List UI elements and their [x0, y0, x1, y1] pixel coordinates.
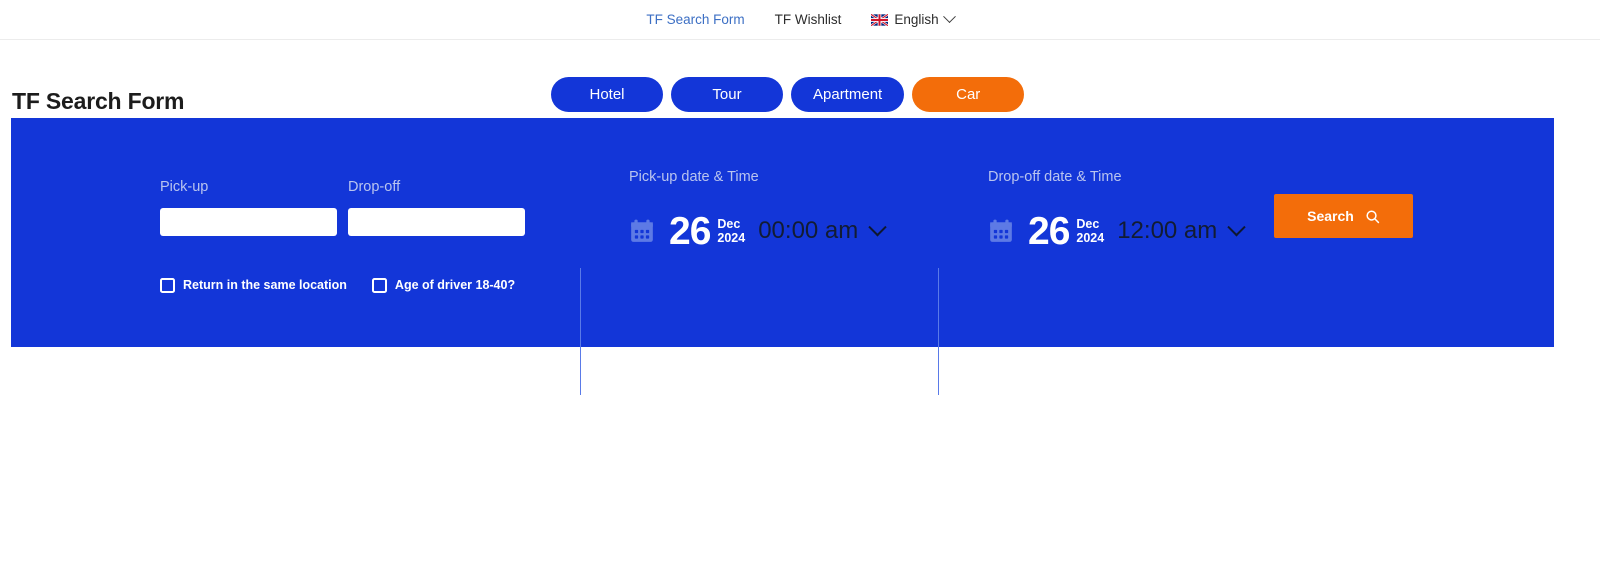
pickup-time[interactable]: 00:00 am [758, 219, 858, 243]
checkbox-group: Return in the same location Age of drive… [160, 278, 515, 293]
tab-tour[interactable]: Tour [671, 77, 783, 112]
section-divider [580, 268, 581, 395]
pickup-location-input[interactable] [160, 207, 337, 236]
dropoff-year: 2024 [1076, 231, 1105, 246]
dropoff-datetime-block: Drop-off date & Time 26 Dec 2024 12:00 a… [988, 169, 1246, 253]
uk-flag-icon [870, 12, 889, 27]
language-label: English [894, 12, 939, 27]
pickup-location-block: Pick-up [160, 180, 337, 236]
checkbox-box-icon[interactable] [371, 278, 387, 293]
search-button[interactable]: Search [1274, 194, 1413, 238]
dropoff-datetime-row[interactable]: 26 Dec 2024 12:00 am [988, 209, 1246, 253]
dropoff-day: 26 [1028, 209, 1070, 253]
chevron-down-icon[interactable] [868, 217, 887, 236]
location-fields-group: Pick-up Drop-off [160, 180, 525, 236]
checkbox-age-of-driver[interactable]: Age of driver 18-40? [371, 278, 516, 293]
booking-type-tabs: Hotel Tour Apartment Car [551, 77, 1025, 112]
dropoff-location-label: Drop-off [348, 179, 401, 195]
dropoff-location-block: Drop-off [348, 180, 525, 236]
calendar-icon [988, 218, 1014, 244]
chevron-down-icon [942, 10, 956, 24]
tab-hotel[interactable]: Hotel [551, 77, 663, 112]
tab-apartment[interactable]: Apartment [791, 77, 905, 112]
chevron-down-icon[interactable] [1227, 217, 1246, 236]
dropoff-month-year: Dec 2024 [1076, 217, 1104, 245]
section-divider [938, 268, 939, 395]
search-form: Pick-up Drop-off Return in the same loca… [11, 118, 1554, 395]
dropoff-time[interactable]: 12:00 am [1117, 219, 1217, 243]
checkbox-box-icon[interactable] [160, 278, 175, 293]
checkbox-label-return-same-location: Return in the same location [183, 278, 347, 293]
pickup-month: Dec [717, 217, 741, 232]
nav-link-tf-wishlist[interactable]: TF Wishlist [775, 13, 842, 27]
search-icon [1365, 209, 1380, 224]
language-switcher[interactable]: English [870, 10, 956, 27]
dropoff-month: Dec [1076, 217, 1100, 232]
pickup-datetime-label: Pick-up date & Time [629, 169, 759, 185]
dropoff-datetime-label: Drop-off date & Time [988, 169, 1122, 185]
car-search-panel: Pick-up Drop-off Return in the same loca… [11, 118, 1554, 395]
pickup-year: 2024 [717, 231, 746, 246]
checkbox-label-age-of-driver: Age of driver 18-40? [394, 278, 516, 293]
dropoff-location-input[interactable] [348, 207, 525, 236]
pickup-day: 26 [669, 209, 711, 253]
calendar-icon [629, 218, 655, 244]
search-button-label: Search [1307, 208, 1354, 224]
pickup-datetime-row[interactable]: 26 Dec 2024 00:00 am [629, 209, 887, 253]
pickup-location-label: Pick-up [160, 179, 209, 195]
pickup-month-year: Dec 2024 [717, 217, 745, 245]
tab-car[interactable]: Car [912, 77, 1025, 112]
pickup-datetime-block: Pick-up date & Time 26 Dec 2024 00:00 am [629, 169, 887, 253]
checkbox-return-same-location[interactable]: Return in the same location [160, 278, 347, 293]
page-title: TF Search Form [12, 88, 185, 114]
top-navigation-bar: TF Search Form TF Wishlist English [0, 0, 1600, 40]
nav-link-tf-search-form[interactable]: TF Search Form [646, 13, 744, 27]
